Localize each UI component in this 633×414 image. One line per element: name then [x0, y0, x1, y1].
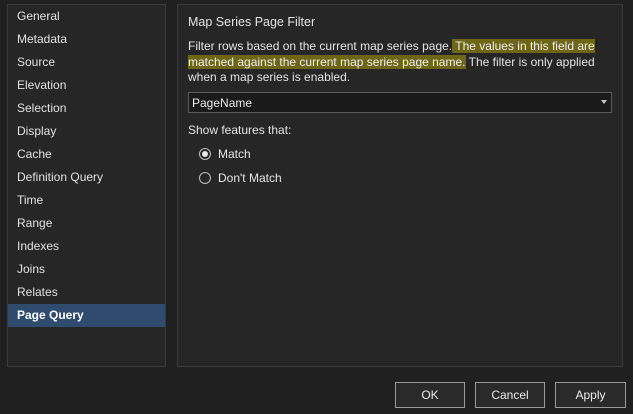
filter-description: Filter rows based on the current map ser…	[188, 39, 608, 86]
property-sidebar: General Metadata Source Elevation Select…	[7, 4, 166, 367]
sidebar-item-general[interactable]: General	[8, 5, 165, 28]
sidebar-item-metadata[interactable]: Metadata	[8, 28, 165, 51]
description-text-2: The filter is only applied	[465, 54, 595, 69]
section-title: Map Series Page Filter	[188, 15, 316, 29]
show-features-label: Show features that:	[188, 123, 292, 137]
sidebar-item-page-query[interactable]: Page Query	[8, 304, 165, 327]
dropdown-selected-value: PageName	[192, 96, 253, 110]
description-text-1: Filter rows based on the current map ser…	[188, 39, 453, 53]
apply-button[interactable]: Apply	[555, 382, 626, 408]
radio-dont-match-label: Don't Match	[218, 171, 282, 185]
sidebar-item-indexes[interactable]: Indexes	[8, 235, 165, 258]
sidebar-item-cache[interactable]: Cache	[8, 143, 165, 166]
radio-match[interactable]	[199, 148, 211, 160]
cancel-button[interactable]: Cancel	[475, 382, 545, 408]
sidebar-item-selection[interactable]: Selection	[8, 97, 165, 120]
sidebar-item-time[interactable]: Time	[8, 189, 165, 212]
sidebar-item-range[interactable]: Range	[8, 212, 165, 235]
sidebar-item-joins[interactable]: Joins	[8, 258, 165, 281]
chevron-down-icon	[601, 100, 607, 104]
radio-match-option[interactable]: Match	[199, 145, 251, 163]
sidebar-item-relates[interactable]: Relates	[8, 281, 165, 304]
sidebar-item-source[interactable]: Source	[8, 51, 165, 74]
sidebar-item-definition-query[interactable]: Definition Query	[8, 166, 165, 189]
radio-dont-match-option[interactable]: Don't Match	[199, 169, 282, 187]
description-highlight-2: matched against the current map series p…	[188, 54, 466, 69]
page-query-panel: Map Series Page Filter Filter rows based…	[177, 4, 623, 367]
description-highlight-1: The values in this field are	[452, 39, 595, 53]
radio-dont-match[interactable]	[199, 172, 211, 184]
sidebar-item-elevation[interactable]: Elevation	[8, 74, 165, 97]
sidebar-item-display[interactable]: Display	[8, 120, 165, 143]
ok-button[interactable]: OK	[395, 382, 465, 408]
description-text-3: when a map series is enabled.	[188, 70, 351, 84]
page-field-dropdown[interactable]: PageName	[188, 92, 612, 113]
radio-match-label: Match	[218, 147, 251, 161]
